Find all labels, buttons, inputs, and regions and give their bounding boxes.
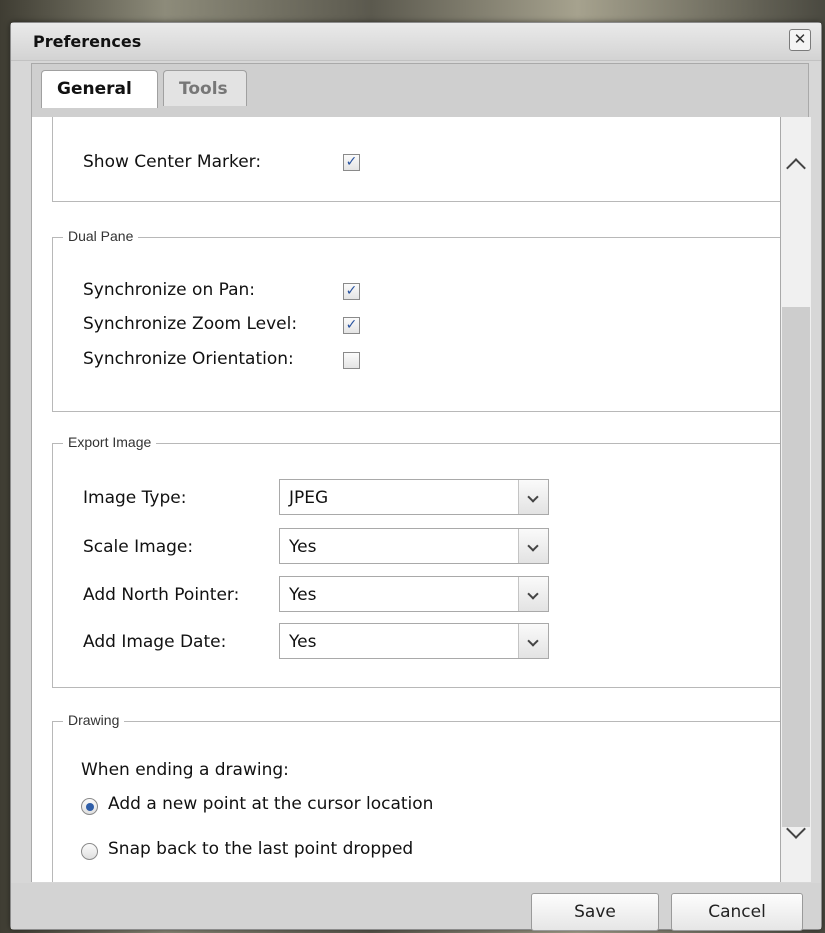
tab-tools[interactable]: Tools (163, 70, 247, 106)
image-date-value: Yes (289, 632, 317, 652)
tab-general[interactable]: General (41, 70, 158, 108)
image-type-label: Image Type: (83, 488, 187, 508)
scroll-thumb[interactable] (782, 307, 810, 827)
sync-orientation-checkbox[interactable] (343, 352, 360, 369)
chevron-down-icon[interactable] (518, 577, 548, 611)
drawing-section: Drawing When ending a drawing: Add a new… (52, 712, 780, 882)
dialog-footer: Save Cancel (11, 883, 821, 931)
chevron-down-icon[interactable] (518, 480, 548, 514)
preferences-content: Show Center Marker: ✓ Dual Pane Synchron… (31, 117, 781, 882)
drawing-legend: Drawing (63, 712, 125, 728)
scale-image-select[interactable]: Yes (279, 528, 549, 564)
dialog-titlebar: Preferences ✕ (11, 23, 821, 61)
save-button[interactable]: Save (531, 893, 659, 931)
add-point-label[interactable]: Add a new point at the cursor location (108, 794, 433, 814)
north-pointer-label: Add North Pointer: (83, 585, 240, 605)
image-date-select[interactable]: Yes (279, 623, 549, 659)
dual-pane-section: Dual Pane Synchronize on Pan: ✓ Synchron… (52, 228, 780, 412)
north-pointer-select[interactable]: Yes (279, 576, 549, 612)
preferences-dialog: Preferences ✕ General Tools Show Center … (10, 22, 822, 931)
north-pointer-value: Yes (289, 585, 317, 605)
add-point-radio[interactable] (81, 798, 98, 815)
snap-back-label[interactable]: Snap back to the last point dropped (108, 839, 413, 859)
image-type-select[interactable]: JPEG (279, 479, 549, 515)
image-type-value: JPEG (289, 488, 329, 508)
show-center-marker-checkbox[interactable]: ✓ (343, 154, 360, 171)
chevron-down-icon[interactable] (781, 817, 811, 847)
chevron-down-icon[interactable] (518, 529, 548, 563)
show-center-marker-label: Show Center Marker: (83, 152, 262, 172)
content-scrollbar[interactable] (781, 117, 811, 882)
dialog-title: Preferences (33, 32, 142, 51)
sync-zoom-label: Synchronize Zoom Level: (83, 314, 298, 334)
scale-image-value: Yes (289, 537, 317, 557)
sync-orientation-label: Synchronize Orientation: (83, 349, 294, 369)
drawing-prompt: When ending a drawing: (81, 760, 289, 780)
close-icon[interactable]: ✕ (789, 29, 811, 51)
sync-pan-checkbox[interactable]: ✓ (343, 283, 360, 300)
general-section: Show Center Marker: ✓ (52, 117, 780, 202)
scale-image-label: Scale Image: (83, 537, 194, 557)
cancel-button[interactable]: Cancel (671, 893, 803, 931)
dual-pane-legend: Dual Pane (63, 228, 139, 244)
snap-back-radio[interactable] (81, 843, 98, 860)
sync-zoom-checkbox[interactable]: ✓ (343, 317, 360, 334)
export-image-legend: Export Image (63, 434, 157, 450)
image-date-label: Add Image Date: (83, 632, 227, 652)
chevron-up-icon[interactable] (781, 151, 811, 181)
chevron-down-icon[interactable] (518, 624, 548, 658)
sync-pan-label: Synchronize on Pan: (83, 280, 256, 300)
export-image-section: Export Image Image Type: JPEG Scale Imag… (52, 434, 780, 688)
